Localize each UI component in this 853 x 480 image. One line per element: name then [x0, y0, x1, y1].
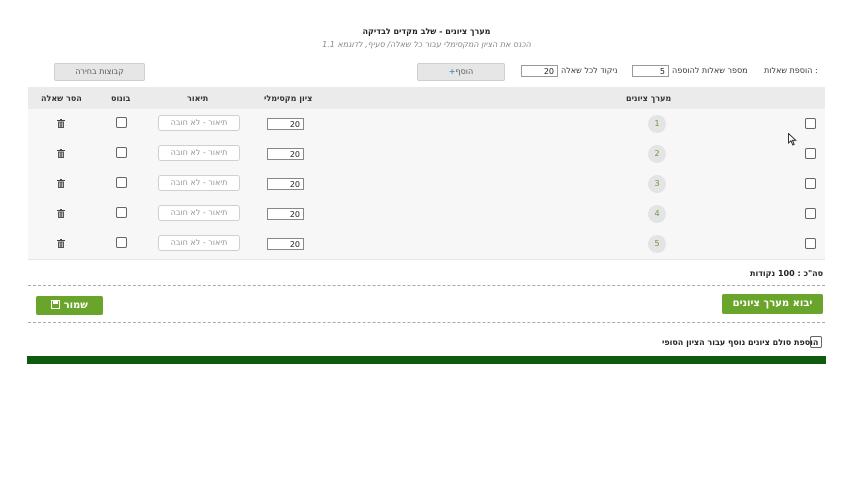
- row-number: 5: [648, 235, 666, 253]
- row-select-checkbox[interactable]: [805, 238, 816, 249]
- table-row: 3 20 תיאור - לא חובה: [28, 169, 825, 200]
- save-button-label: שמור: [63, 300, 88, 311]
- trash-icon[interactable]: [57, 149, 65, 158]
- save-button[interactable]: שמור: [36, 296, 103, 315]
- trash-icon[interactable]: [57, 179, 65, 188]
- row-number: 3: [648, 175, 666, 193]
- col-grade-array: מערך ציונים: [626, 94, 672, 103]
- table-row: 4 20 תיאור - לא חובה: [28, 199, 825, 230]
- score-per-question-label: ניקוד לכל שאלה: [561, 66, 618, 75]
- add-questions-label: הוספת שאלות :: [764, 66, 818, 75]
- bonus-checkbox[interactable]: [116, 207, 127, 218]
- bonus-checkbox[interactable]: [116, 117, 127, 128]
- table-row: 5 20 תיאור - לא חובה: [28, 229, 825, 260]
- description-input[interactable]: תיאור - לא חובה: [158, 145, 240, 161]
- bonus-checkbox[interactable]: [116, 237, 127, 248]
- max-grade-input[interactable]: 20: [267, 208, 304, 220]
- num-questions-label: מספר שאלות להוספה: [672, 66, 748, 75]
- table-row: 2 20 תיאור - לא חובה: [28, 139, 825, 170]
- bonus-checkbox[interactable]: [116, 147, 127, 158]
- add-button[interactable]: +הוסף: [417, 63, 505, 81]
- page-title: מערך ציונים - שלב מקדים לבדיקה: [362, 27, 491, 36]
- page-subtitle: הכנס את הציון המקסימלי עבור כל שאלה/ סעי…: [322, 40, 531, 49]
- trash-icon[interactable]: [57, 209, 65, 218]
- row-select-checkbox[interactable]: [805, 208, 816, 219]
- col-description: תיאור: [187, 94, 209, 103]
- description-input[interactable]: תיאור - לא חובה: [158, 175, 240, 191]
- add-button-label: הוסף: [455, 67, 474, 76]
- col-remove: הסר שאלה: [41, 94, 82, 103]
- divider: [28, 285, 825, 286]
- description-input[interactable]: תיאור - לא חובה: [158, 115, 240, 131]
- row-number: 1: [648, 115, 666, 133]
- max-grade-input[interactable]: 20: [267, 238, 304, 250]
- row-number: 4: [648, 205, 666, 223]
- elective-groups-button[interactable]: קבוצות בחירה: [54, 63, 145, 81]
- max-grade-input[interactable]: 20: [267, 118, 304, 130]
- description-input[interactable]: תיאור - לא חובה: [158, 235, 240, 251]
- footer-bar: [27, 356, 826, 364]
- trash-icon[interactable]: [57, 239, 65, 248]
- max-grade-input[interactable]: 20: [267, 148, 304, 160]
- total-points: סה"כ : 100 נקודות: [750, 269, 824, 278]
- save-icon: [51, 300, 61, 309]
- row-select-checkbox[interactable]: [805, 118, 816, 129]
- extra-grade-scale-label: הוספת סולם ציונים נוסף עבור הציון הסופי: [662, 338, 819, 347]
- score-per-question-input[interactable]: 20: [521, 65, 558, 77]
- num-questions-input[interactable]: 5: [632, 65, 669, 77]
- import-grade-array-button[interactable]: יבוא מערך ציונים: [722, 294, 823, 314]
- row-select-checkbox[interactable]: [805, 178, 816, 189]
- row-select-checkbox[interactable]: [805, 148, 816, 159]
- divider: [28, 322, 825, 323]
- mouse-cursor-icon: [788, 133, 797, 146]
- col-bonus: בונוס: [111, 94, 131, 103]
- max-grade-input[interactable]: 20: [267, 178, 304, 190]
- bonus-checkbox[interactable]: [116, 177, 127, 188]
- table-header: מערך ציונים ציון מקסימלי תיאור בונוס הסר…: [28, 87, 825, 109]
- row-number: 2: [648, 145, 666, 163]
- description-input[interactable]: תיאור - לא חובה: [158, 205, 240, 221]
- col-max-grade: ציון מקסימלי: [264, 94, 313, 103]
- table-row: 1 20 תיאור - לא חובה: [28, 109, 825, 140]
- trash-icon[interactable]: [57, 119, 65, 128]
